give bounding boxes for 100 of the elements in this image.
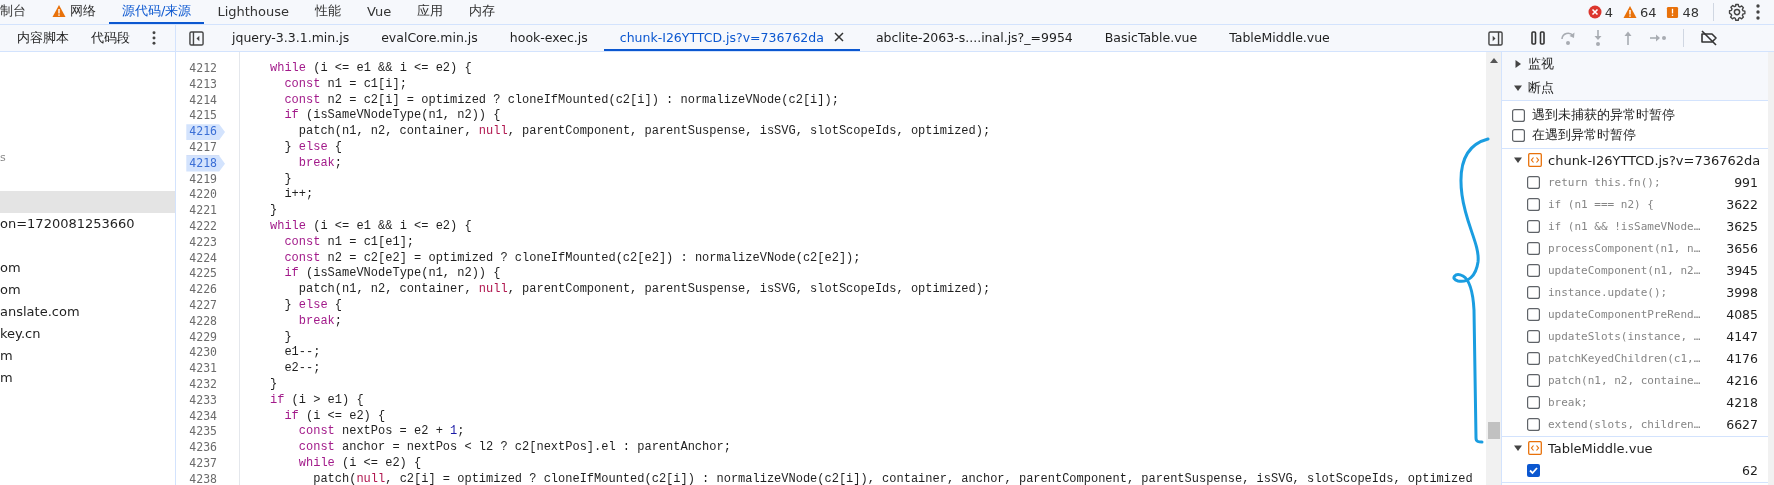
panel-tab[interactable]: Vue	[354, 0, 405, 24]
breakpoint-marker[interactable]: 4216	[186, 124, 225, 140]
file-tab[interactable]: BasicTable.vue	[1088, 25, 1214, 51]
code-line: break;	[297, 313, 342, 330]
code-line: patch(n1, n2, container, null, parentComponent, parentSuspense, isSVG, slotScopeIds, optimized);	[297, 282, 991, 298]
code-line: while (i <= e2) {	[297, 455, 422, 472]
code-line: }	[270, 376, 278, 393]
checkbox[interactable]	[1527, 197, 1540, 211]
code-line: while (i <= e1 && i <= e2) {	[270, 218, 472, 235]
more-icon[interactable]	[152, 31, 156, 45]
file-tree-item[interactable]: anslate.com	[0, 301, 175, 323]
checkbox[interactable]	[1527, 395, 1540, 409]
checkbox[interactable]	[1527, 175, 1540, 189]
line-number: 4228	[188, 313, 218, 330]
breakpoint-code: patchKeyedChildren(c1,…	[1548, 351, 1702, 365]
file-tree-item[interactable]: m	[0, 367, 175, 389]
file-tree-item[interactable]: m	[0, 345, 175, 367]
checkbox[interactable]	[1527, 373, 1540, 387]
line-number: 3622	[1726, 196, 1758, 212]
file-tree-item[interactable]: om	[0, 257, 175, 279]
option-label[interactable]: 遇到未捕获的异常时暂停	[1532, 106, 1675, 124]
code-line: } else {	[283, 297, 343, 314]
code-line: const n1 = c1[i];	[283, 76, 407, 93]
expanded-icon[interactable]	[1514, 444, 1522, 452]
code-line: }	[270, 203, 278, 219]
breakpoint-code: processComponent(n1, n…	[1548, 241, 1702, 255]
checkbox[interactable]	[1527, 263, 1540, 277]
file-tree-item[interactable]: on=1720081253660	[0, 213, 175, 235]
collapsed-icon[interactable]	[1514, 60, 1522, 68]
issue-count[interactable]: 48	[1666, 4, 1699, 20]
panel-tab[interactable]: 网络	[39, 0, 109, 24]
section-header[interactable]: 监视	[1502, 52, 1768, 76]
code-line: const n1 = c1[e1];	[283, 234, 415, 251]
file-tab[interactable]: chunk-I26YTTCD.js?v=736762da	[603, 25, 860, 51]
checkbox[interactable]	[1527, 417, 1540, 431]
checkbox[interactable]	[1527, 329, 1540, 343]
panel-tab[interactable]: 性能	[302, 0, 355, 24]
scrollbar-thumb[interactable]	[1487, 422, 1500, 439]
file-tree-item[interactable]: s	[0, 147, 175, 169]
breakpoint-code: patch(n1, n2, containe…	[1548, 373, 1702, 387]
scroll-up-icon[interactable]	[1489, 58, 1498, 63]
breakpoint-code: updateSlots(instance, …	[1548, 329, 1702, 343]
more-icon[interactable]	[1756, 4, 1760, 20]
option-label[interactable]: 在遇到异常时暂停	[1532, 126, 1636, 144]
panel-tab[interactable]: 制台	[0, 0, 39, 24]
checkbox[interactable]	[1527, 463, 1540, 477]
file-name[interactable]: chunk-I26YTTCD.js?v=736762da	[1548, 152, 1761, 168]
file-tree-item[interactable]: key.cn	[0, 323, 175, 345]
line-number: 4219	[188, 171, 218, 188]
line-number: 62	[1742, 462, 1758, 478]
panel-tab[interactable]: Lighthouse	[204, 0, 303, 24]
checkbox[interactable]	[1527, 219, 1540, 233]
file-name[interactable]: TableMiddle.vue	[1548, 440, 1653, 456]
navigator-tab[interactable]: 内容脚本	[17, 29, 69, 47]
line-number: 4235	[188, 424, 218, 441]
checkbox[interactable]	[1512, 128, 1525, 142]
panel-tab[interactable]: 内存	[456, 0, 509, 24]
breakpoint-code: if (n1 === n2) {	[1548, 197, 1655, 211]
checkbox[interactable]	[1527, 351, 1540, 365]
code-line: const nextPos = e2 + 1;	[297, 424, 465, 441]
file-icon	[1528, 153, 1542, 167]
line-number: 4215	[188, 108, 218, 125]
code-line: }	[283, 171, 292, 188]
settings-icon[interactable]	[1728, 3, 1746, 21]
file-tab[interactable]: abclite-2063-s....inal.js?_=9954	[859, 25, 1089, 51]
section-header[interactable]: 断点	[1502, 76, 1768, 100]
line-number: 4231	[188, 361, 218, 377]
sidebar-toggle-icon[interactable]	[1488, 30, 1503, 46]
line-number: 4233	[188, 392, 218, 409]
file-tab[interactable]: evalCore.min.js	[365, 25, 494, 51]
sidebar-toggle-icon[interactable]	[189, 30, 204, 46]
pause-icon[interactable]	[1529, 29, 1547, 47]
line-number: 4236	[188, 440, 218, 456]
navigator-tab[interactable]: 代码段	[91, 29, 130, 47]
file-tab[interactable]: jquery-3.3.1.min.js	[216, 25, 366, 51]
error-count[interactable]: 4	[1587, 4, 1613, 20]
line-number: 991	[1734, 174, 1758, 190]
expanded-icon[interactable]	[1514, 156, 1522, 164]
expanded-icon[interactable]	[1514, 84, 1522, 92]
line-number: 4227	[188, 297, 218, 314]
line-number: 4225	[188, 266, 218, 283]
checkbox[interactable]	[1527, 241, 1540, 255]
flag-icon	[1666, 5, 1680, 19]
checkbox[interactable]	[1527, 285, 1540, 299]
file-tab[interactable]: hook-exec.js	[493, 25, 604, 51]
panel-tab[interactable]: 应用	[404, 0, 457, 24]
scrollbar[interactable]	[1486, 52, 1501, 485]
line-number: 4232	[188, 376, 218, 393]
breakpoint-off-icon[interactable]	[1700, 29, 1718, 47]
code-line: const n2 = c2[i] = optimized ? cloneIfMounted(c2[i]) : normalizeVNode(c2[i]);	[283, 92, 839, 109]
file-tab[interactable]: TableMiddle.vue	[1213, 25, 1346, 51]
code-line: i++;	[283, 187, 314, 204]
breakpoint-code: instance.update();	[1548, 285, 1669, 299]
breakpoint-code: updateComponentPreRend…	[1548, 307, 1702, 321]
checkbox[interactable]	[1512, 108, 1525, 122]
close-icon[interactable]	[833, 32, 844, 42]
file-tree-item[interactable]: om	[0, 279, 175, 301]
breakpoint-marker[interactable]: 4218	[186, 155, 225, 172]
checkbox[interactable]	[1527, 307, 1540, 321]
warning-count[interactable]: 64	[1622, 4, 1657, 20]
